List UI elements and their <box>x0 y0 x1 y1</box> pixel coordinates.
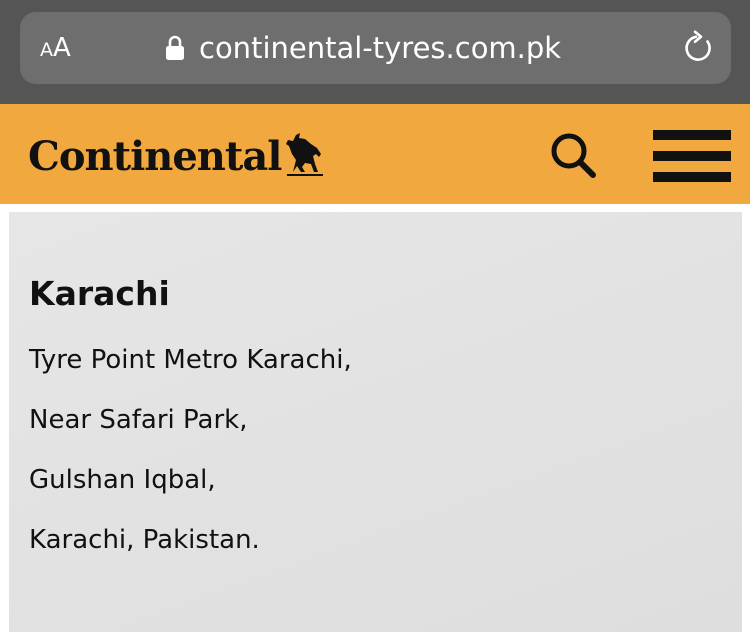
search-icon <box>551 133 596 178</box>
reload-icon[interactable] <box>681 30 717 66</box>
search-button[interactable] <box>548 130 598 180</box>
text-size-button[interactable]: AA <box>40 30 71 66</box>
logo-wordmark: Continental <box>28 133 282 180</box>
text-size-large-label: A <box>53 33 71 63</box>
address-bar[interactable]: AA continental-tyres.com.pk <box>20 12 731 84</box>
lock-icon <box>166 35 184 60</box>
url-text: continental-tyres.com.pk <box>199 31 562 65</box>
address-line: Karachi, Pakistan. <box>29 525 260 555</box>
address-line: Near Safari Park, <box>29 405 248 435</box>
continental-logo[interactable]: Continental <box>28 126 325 182</box>
location-card: Karachi Tyre Point Metro Karachi, Near S… <box>9 212 742 632</box>
site-header: Continental <box>0 104 750 204</box>
text-size-small-label: A <box>40 39 53 61</box>
browser-toolbar: AA continental-tyres.com.pk <box>0 0 750 104</box>
city-heading: Karachi <box>29 274 170 313</box>
url-display[interactable]: continental-tyres.com.pk <box>165 28 561 68</box>
address-line: Gulshan Iqbal, <box>29 465 216 495</box>
hamburger-menu-button[interactable] <box>653 130 731 182</box>
horse-icon <box>286 133 324 176</box>
address-line: Tyre Point Metro Karachi, <box>29 345 352 375</box>
